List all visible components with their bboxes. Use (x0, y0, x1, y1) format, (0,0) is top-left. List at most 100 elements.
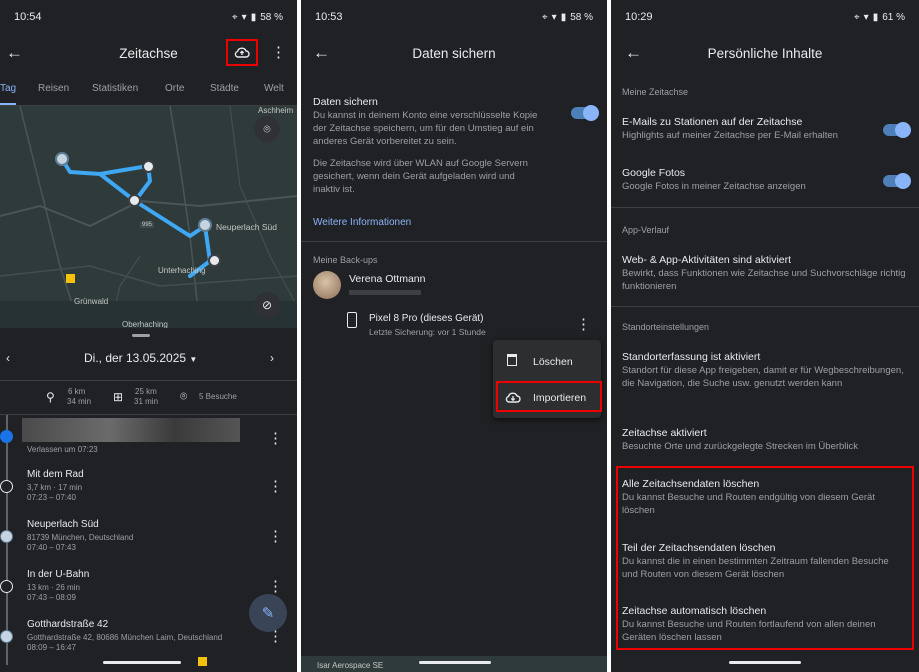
place-pin-button[interactable]: ⌾ (254, 116, 280, 142)
device-menu-icon[interactable]: ⋮ (576, 317, 591, 332)
item-menu-icon[interactable]: ⋮ (268, 479, 283, 494)
wifi-icon: ▾ (863, 11, 869, 23)
day-summary: ⚲ 6 km 34 min ⊞ 25 km 31 min ⌾ 5 Besuche (0, 384, 297, 412)
photos-toggle[interactable] (883, 173, 911, 189)
section-header: Meine Back-ups (313, 255, 378, 265)
highlight-box (496, 381, 602, 412)
list-item[interactable]: Mit dem Rad 3,7 km · 17 min 07:23 – 07:4… (0, 465, 297, 509)
bike-icon: ⚲ (46, 390, 55, 404)
page-title: Daten sichern (412, 45, 496, 61)
map-marker-walk[interactable] (208, 254, 221, 267)
tab-world[interactable]: Welt (264, 83, 284, 94)
status-time: 10:54 (14, 11, 42, 23)
backup-setting[interactable]: Daten sichern Du kannst in deinem Konto … (313, 96, 599, 197)
map-canvas (0, 106, 297, 328)
item-detail: Gotthardstraße 42, 80686 München Laim, D… (27, 633, 223, 642)
setting-title: E-Mails zu Stationen auf der Zeitachse (622, 116, 803, 128)
delete-all-timeline[interactable]: Alle Zeitachsendaten löschen Du kannst B… (622, 478, 902, 518)
app-bar: ← Daten sichern (301, 34, 607, 72)
tab-bar: Tag Reisen Statistiken Orte Städte Welt (0, 72, 297, 106)
app-bar: ← Zeitachse ⋮ (0, 34, 297, 72)
setting-timeline[interactable]: Zeitachse aktiviert Besuchte Orte und zu… (622, 427, 907, 454)
timeline-list: Verlassen um 07:23 ⋮ Mit dem Rad 3,7 km … (0, 415, 297, 665)
status-time: 10:53 (315, 11, 343, 23)
next-day-icon[interactable]: › (270, 351, 274, 365)
location-icon: ⌖ (854, 11, 860, 23)
item-title: Gotthardstraße 42 (27, 619, 109, 630)
tab-stats[interactable]: Statistiken (92, 83, 138, 94)
bike-distance: 6 km (68, 387, 86, 396)
setting-desc: Highlights auf meiner Zeitachse per E-Ma… (622, 130, 838, 141)
back-arrow-icon[interactable]: ← (313, 43, 333, 63)
battery-level: 58 % (570, 11, 593, 23)
bike-time: 34 min (67, 397, 92, 406)
battery-icon: ▮ (250, 11, 257, 23)
transit-distance: 25 km (135, 387, 157, 396)
tab-day[interactable]: Tag (0, 83, 16, 94)
tab-trips[interactable]: Reisen (38, 83, 69, 94)
list-item[interactable]: Neuperlach Süd 81739 München, Deutschlan… (0, 515, 297, 559)
prev-day-icon[interactable]: ‹ (6, 351, 10, 365)
item-title: In der U-Bahn (27, 569, 90, 580)
item-time: 07:23 – 07:40 (27, 493, 76, 502)
item-menu-icon[interactable]: ⋮ (268, 529, 283, 544)
personal-content-screen: 10:29 ⌖ ▾ ▮ 61 % ← Persönliche Inhalte Mein… (611, 0, 919, 672)
train-icon (0, 580, 13, 593)
train-icon: ⊞ (113, 390, 124, 404)
tab-cities[interactable]: Städte (210, 83, 239, 94)
device-row[interactable]: Pixel 8 Pro (dieses Gerät) Letzte Sicher… (301, 308, 607, 342)
back-arrow-icon[interactable]: ← (6, 43, 26, 63)
list-item[interactable]: Verlassen um 07:23 ⋮ (0, 415, 297, 457)
setting-email-stations[interactable]: E-Mails zu Stationen auf der Zeitachse H… (622, 116, 882, 143)
date-selector[interactable]: Di., der 13.05.2025 ▼ (84, 351, 197, 365)
map-label: Neuperlach Süd (216, 222, 277, 232)
item-menu-icon[interactable]: ⋮ (268, 579, 283, 594)
setting-title: Google Fotos (622, 167, 686, 179)
item-detail: 13 km · 26 min (27, 583, 80, 592)
page-title: Persönliche Inhalte (707, 45, 823, 61)
setting-google-photos[interactable]: Google Fotos Google Fotos in meiner Zeit… (622, 167, 882, 194)
device-name: Pixel 8 Pro (dieses Gerät) (369, 313, 484, 324)
status-time: 10:29 (625, 11, 653, 23)
setting-title: Alle Zeitachsendaten löschen (622, 478, 760, 490)
divider (611, 207, 919, 208)
setting-location[interactable]: Standorterfassung ist aktiviert Standort… (622, 351, 907, 391)
item-time: 07:43 – 08:09 (27, 593, 76, 602)
map-marker-stop[interactable] (198, 218, 212, 232)
tab-places[interactable]: Orte (165, 83, 184, 94)
email-toggle[interactable] (883, 122, 911, 138)
back-arrow-icon[interactable]: ← (625, 43, 645, 63)
delete-partial-timeline[interactable]: Teil der Zeitachsendaten löschen Du kann… (622, 542, 902, 582)
menu-item-delete[interactable]: Löschen (493, 344, 601, 378)
backup-title: Daten sichern (313, 96, 378, 108)
edit-fab[interactable]: ✎ (249, 594, 287, 632)
map-label: Isar Aerospace SE (317, 661, 384, 670)
status-bar: 10:53 ⌖ ▾ ▮ 58 % (301, 0, 607, 34)
more-info-link[interactable]: Weitere Informationen (313, 217, 411, 228)
more-options-icon[interactable]: ⋮ (271, 45, 286, 60)
nav-handle (419, 661, 491, 664)
map-view[interactable]: Aschheim Neuperlach Süd Unterhaching Grü… (0, 106, 297, 328)
map-marker-start[interactable] (55, 152, 69, 166)
setting-title: Zeitachse automatisch löschen (622, 605, 767, 617)
divider (301, 241, 607, 242)
map-label: Unterhaching (158, 266, 206, 275)
setting-desc: Google Fotos in meiner Zeitachse anzeige… (622, 181, 806, 192)
drag-handle[interactable] (132, 334, 150, 337)
nav-handle (729, 661, 801, 664)
item-menu-icon[interactable]: ⋮ (268, 431, 283, 446)
home-icon (0, 430, 13, 443)
setting-web-app-activity[interactable]: Web- & App-Aktivitäten sind aktiviert Be… (622, 254, 907, 294)
auto-delete-timeline[interactable]: Zeitachse automatisch löschen Du kannst … (622, 605, 902, 645)
battery-level: 61 % (882, 11, 905, 23)
backup-toggle[interactable] (571, 105, 599, 121)
account-name: Verena Ottmann (349, 273, 426, 285)
setting-desc: Du kannst Besuche und Routen fortlaufend… (622, 619, 876, 643)
map-marker-train[interactable] (128, 194, 141, 207)
hide-map-button[interactable]: ⊘ (254, 292, 280, 318)
photo-strip (22, 418, 240, 442)
last-backup: Letzte Sicherung: vor 1 Stunde (369, 327, 486, 337)
transit-time: 31 min (134, 397, 159, 406)
map-marker-train[interactable] (142, 160, 155, 173)
trash-icon (507, 354, 517, 366)
